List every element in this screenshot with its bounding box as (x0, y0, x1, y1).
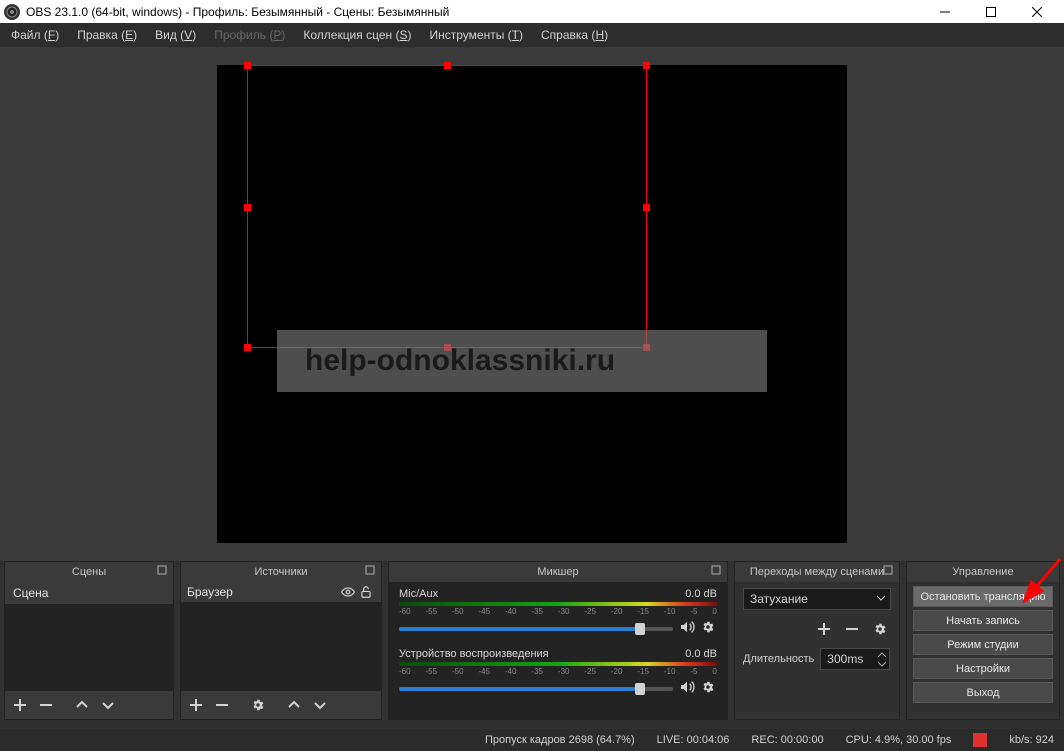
scenes-list[interactable]: Сцена (5, 582, 173, 691)
statusbar: Пропуск кадров 2698 (64.7%) LIVE: 00:04:… (0, 729, 1064, 751)
source-properties-button[interactable] (247, 694, 269, 716)
scene-down-button[interactable] (97, 694, 119, 716)
watermark-overlay: help-odnoklassniki.ru (277, 330, 767, 392)
mixer-channel-name: Устройство воспроизведения (399, 648, 549, 660)
remove-source-button[interactable] (211, 694, 233, 716)
status-dropped-frames: Пропуск кадров 2698 (64.7%) (485, 734, 635, 746)
menu-file[interactable]: Файл (F) (2, 25, 68, 45)
controls-dock: Управление Остановить трансляцию Начать … (906, 561, 1060, 720)
titlebar: OBS 23.1.0 (64-bit, windows) - Профиль: … (0, 0, 1064, 23)
transitions-dock: Переходы между сценами Затухание Длитель… (734, 561, 900, 720)
source-up-button[interactable] (283, 694, 305, 716)
popout-icon[interactable] (711, 565, 723, 577)
channel-settings-icon[interactable] (701, 680, 717, 697)
menu-view[interactable]: Вид (V) (146, 25, 205, 45)
menu-edit[interactable]: Правка (E) (68, 25, 146, 45)
meter-ticks: -60-55-50-45-40-35-30-25-20-15-10-50 (399, 607, 717, 616)
mixer-channel: Устройство воспроизведения 0.0 dB -60-55… (399, 648, 717, 698)
window-title: OBS 23.1.0 (64-bit, windows) - Профиль: … (26, 5, 922, 19)
sources-dock-title: Источники (254, 566, 307, 578)
mixer-body: Mic/Aux 0.0 dB -60-55-50-45-40-35-30-25-… (389, 582, 727, 719)
scene-up-button[interactable] (71, 694, 93, 716)
popout-icon[interactable] (883, 565, 895, 577)
studio-mode-button[interactable]: Режим студии (913, 634, 1053, 655)
status-cpu-fps: CPU: 4.9%, 30.00 fps (846, 734, 952, 746)
mixer-channel-db: 0.0 dB (685, 648, 717, 660)
docks-row: Сцены Сцена Источники Браузер (0, 561, 1064, 720)
stop-stream-button[interactable]: Остановить трансляцию (913, 586, 1053, 607)
sources-list[interactable]: Браузер (181, 582, 381, 691)
scene-item[interactable]: Сцена (5, 582, 173, 604)
watermark-text: help-odnoklassniki.ru (305, 344, 615, 377)
start-record-button[interactable]: Начать запись (913, 610, 1053, 631)
channel-settings-icon[interactable] (701, 620, 717, 637)
controls-dock-header[interactable]: Управление (907, 562, 1059, 582)
sources-toolbar (181, 691, 381, 719)
remove-scene-button[interactable] (35, 694, 57, 716)
scenes-dock-title: Сцены (72, 566, 106, 578)
speaker-icon[interactable] (679, 619, 695, 638)
speaker-icon[interactable] (679, 679, 695, 698)
lock-toggle-icon[interactable] (357, 585, 375, 599)
close-button[interactable] (1014, 0, 1060, 23)
preview-canvas[interactable]: help-odnoklassniki.ru (217, 65, 847, 543)
chevron-down-icon (876, 592, 886, 606)
source-item[interactable]: Браузер (181, 582, 381, 602)
controls-dock-title: Управление (952, 566, 1013, 578)
visibility-toggle-icon[interactable] (339, 585, 357, 599)
menu-scene-collection[interactable]: Коллекция сцен (S) (294, 25, 420, 45)
preview-area[interactable]: help-odnoklassniki.ru (0, 47, 1064, 561)
spinner-up-icon[interactable] (877, 651, 887, 659)
status-live-time: LIVE: 00:04:06 (657, 734, 730, 746)
spinner-down-icon[interactable] (877, 660, 887, 668)
mixer-dock-title: Микшер (537, 566, 578, 578)
settings-button[interactable]: Настройки (913, 658, 1053, 679)
status-rec-time: REC: 00:00:00 (751, 734, 823, 746)
exit-button[interactable]: Выход (913, 682, 1053, 703)
volume-meter (399, 662, 717, 666)
volume-slider[interactable] (399, 627, 673, 631)
add-transition-button[interactable] (813, 618, 835, 640)
volume-meter (399, 602, 717, 606)
transition-settings-button[interactable] (869, 618, 891, 640)
source-selection-box[interactable] (247, 65, 647, 348)
sources-dock-header[interactable]: Источники (181, 562, 381, 582)
meter-ticks: -60-55-50-45-40-35-30-25-20-15-10-50 (399, 667, 717, 676)
scenes-dock-header[interactable]: Сцены (5, 562, 173, 582)
add-source-button[interactable] (185, 694, 207, 716)
transitions-dock-title: Переходы между сценами (750, 566, 884, 578)
controls-body: Остановить трансляцию Начать запись Режи… (907, 582, 1059, 719)
add-scene-button[interactable] (9, 694, 31, 716)
mixer-channel: Mic/Aux 0.0 dB -60-55-50-45-40-35-30-25-… (399, 588, 717, 638)
status-bitrate: kb/s: 924 (1009, 734, 1054, 746)
scenes-toolbar (5, 691, 173, 719)
popout-icon[interactable] (157, 565, 169, 577)
menubar: Файл (F) Правка (E) Вид (V) Профиль (P) … (0, 23, 1064, 47)
sources-dock: Источники Браузер (180, 561, 382, 720)
app-logo-icon (4, 4, 20, 20)
mixer-dock-header[interactable]: Микшер (389, 562, 727, 582)
menu-profile[interactable]: Профиль (P) (205, 25, 294, 45)
duration-spinner[interactable]: 300ms (820, 648, 890, 670)
minimize-button[interactable] (922, 0, 968, 23)
remove-transition-button[interactable] (841, 618, 863, 640)
transitions-dock-header[interactable]: Переходы между сценами (735, 562, 899, 582)
volume-slider[interactable] (399, 687, 673, 691)
mixer-channel-db: 0.0 dB (685, 588, 717, 600)
scenes-dock: Сцены Сцена (4, 561, 174, 720)
status-indicator-icon (973, 733, 987, 747)
transitions-body: Затухание Длительность 300ms (735, 582, 899, 719)
maximize-button[interactable] (968, 0, 1014, 23)
popout-icon[interactable] (365, 565, 377, 577)
transition-type-combo[interactable]: Затухание (743, 588, 891, 610)
duration-label: Длительность (743, 653, 814, 665)
menu-tools[interactable]: Инструменты (T) (421, 25, 533, 45)
mixer-dock: Микшер Mic/Aux 0.0 dB -60-55-50-45-40-35… (388, 561, 728, 720)
menu-help[interactable]: Справка (H) (532, 25, 617, 45)
mixer-channel-name: Mic/Aux (399, 588, 438, 600)
source-down-button[interactable] (309, 694, 331, 716)
